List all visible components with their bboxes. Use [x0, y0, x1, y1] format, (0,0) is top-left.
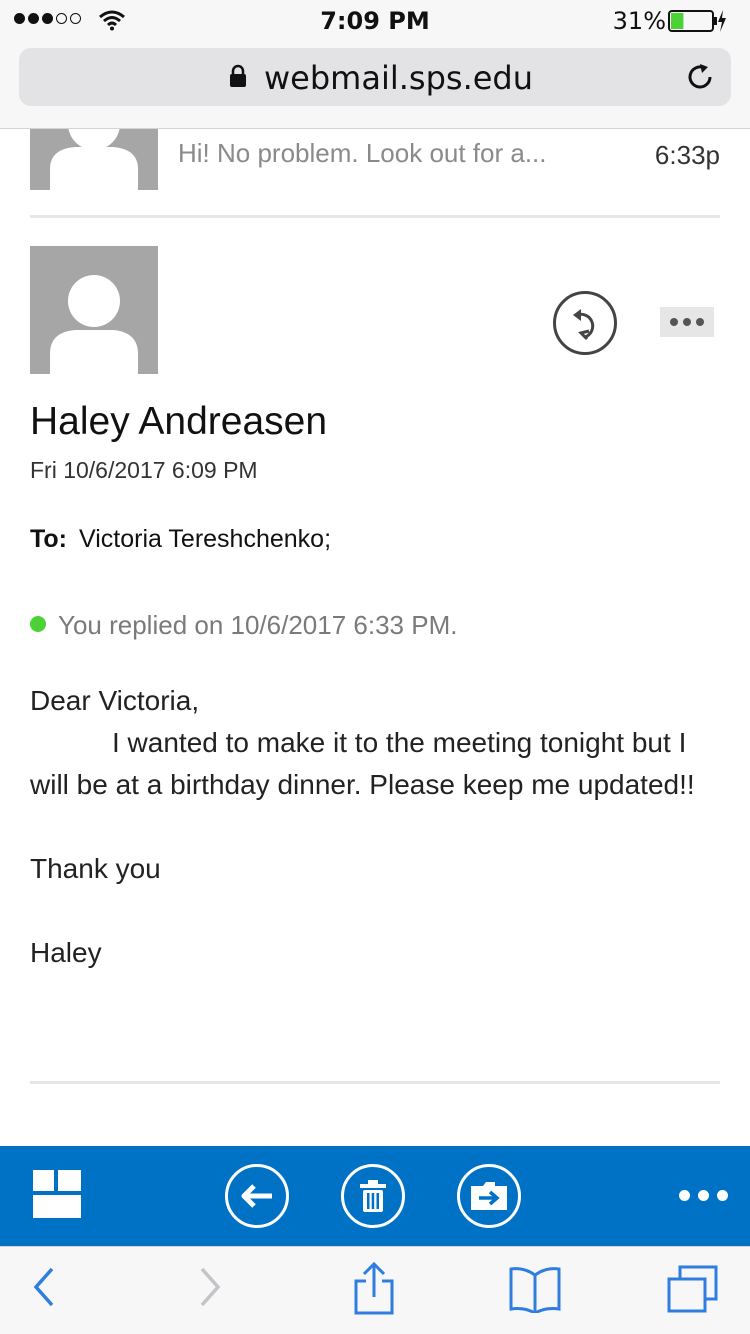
sender-name: Haley Andreasen	[30, 400, 328, 443]
browser-address-area: webmail.sps.edu	[0, 40, 750, 129]
replied-text: You replied on 10/6/2017 6:33 PM.	[58, 610, 458, 640]
message-body: Dear Victoria, I wanted to make it to th…	[30, 680, 720, 974]
body-signature: Haley	[30, 937, 102, 968]
move-to-folder-icon	[471, 1182, 507, 1210]
reply-icon	[573, 309, 595, 341]
back-arrow-icon	[241, 1184, 272, 1208]
message-end-divider	[30, 1081, 720, 1084]
battery-icon	[668, 10, 726, 32]
share-icon[interactable]	[352, 1261, 396, 1315]
recipient-name[interactable]: Victoria Tereshchenko;	[79, 525, 331, 553]
tiles-icon[interactable]	[33, 1170, 81, 1218]
recipient-line: To: Victoria Tereshchenko;	[30, 525, 331, 554]
message-divider	[30, 215, 720, 218]
reload-icon[interactable]	[685, 62, 715, 92]
tabs-icon[interactable]	[666, 1265, 720, 1315]
charging-bolt-icon	[718, 10, 726, 32]
lock-icon	[230, 64, 246, 87]
previous-message-snippet[interactable]: Hi! No problem. Look out for a...	[178, 138, 547, 169]
body-closing: Thank you	[30, 853, 161, 884]
status-bar: 7:09 PM 31%	[0, 0, 750, 40]
reply-button[interactable]	[553, 291, 617, 355]
mail-action-toolbar	[0, 1146, 750, 1246]
battery-percent: 31%	[612, 7, 666, 35]
body-paragraph: I wanted to make it to the meeting tonig…	[30, 727, 695, 800]
sender-avatar	[30, 246, 158, 374]
trash-icon	[360, 1180, 386, 1212]
replied-status-icon	[30, 615, 46, 632]
delete-button[interactable]	[341, 1164, 405, 1228]
back-to-list-button[interactable]	[225, 1164, 289, 1228]
url-text: webmail.sps.edu	[264, 59, 534, 97]
previous-message-avatar[interactable]	[30, 129, 158, 190]
previous-message-time: 6:33p	[654, 140, 720, 170]
address-bar[interactable]: webmail.sps.edu	[19, 48, 731, 106]
replied-notice: You replied on 10/6/2017 6:33 PM.	[30, 610, 457, 641]
message-more-button[interactable]	[660, 307, 714, 337]
message-date: Fri 10/6/2017 6:09 PM	[30, 457, 258, 483]
back-chevron-icon[interactable]	[30, 1265, 56, 1309]
more-icon[interactable]	[679, 1190, 728, 1201]
body-greeting: Dear Victoria,	[30, 685, 200, 716]
forward-chevron-icon[interactable]	[198, 1265, 224, 1309]
to-label: To:	[30, 525, 68, 553]
bookmarks-icon[interactable]	[508, 1265, 562, 1313]
browser-toolbar	[0, 1246, 750, 1334]
move-button[interactable]	[457, 1164, 521, 1228]
